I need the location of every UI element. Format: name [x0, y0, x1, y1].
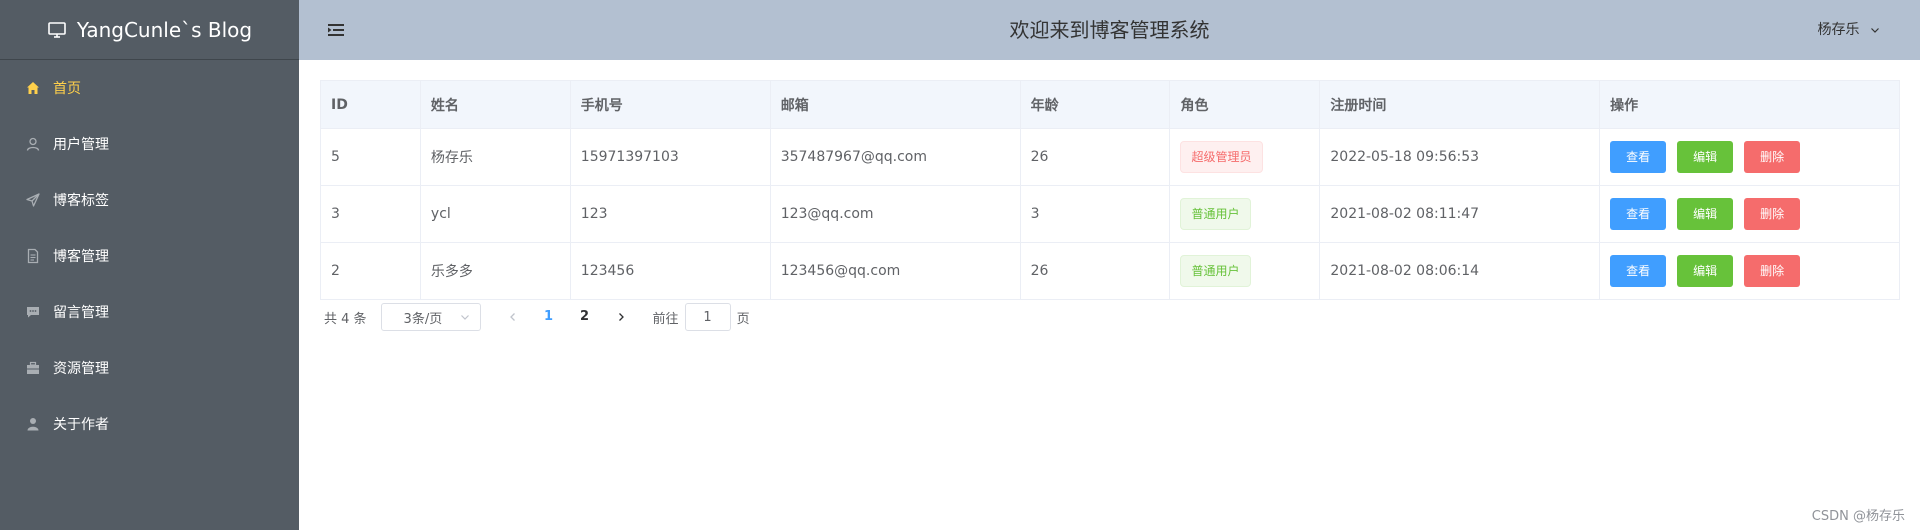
sidebar-item-resources[interactable]: 资源管理 — [0, 340, 299, 396]
view-button[interactable]: 查看 — [1610, 255, 1667, 287]
column-header-name: 姓名 — [419, 80, 571, 129]
menu-toggle-icon[interactable] — [327, 21, 345, 39]
pagination: 共 4 条 3条/页 1 2 前往 页 — [324, 303, 750, 331]
page-number-2[interactable]: 2 — [567, 303, 603, 331]
sidebar-item-blog-management[interactable]: 博客管理 — [0, 228, 299, 284]
role-tag: 普通用户 — [1180, 198, 1251, 230]
view-button[interactable]: 查看 — [1610, 198, 1667, 230]
column-header-actions: 操作 — [1599, 80, 1900, 129]
sidebar-item-label: 首页 — [53, 81, 81, 97]
person-icon — [27, 418, 39, 431]
cell-actions: 查看 编辑 删除 — [1599, 128, 1900, 186]
table-row: 3 ycl 123 123@qq.com 3 普通用户 2021-08-02 0… — [320, 185, 1900, 243]
delete-button[interactable]: 删除 — [1744, 198, 1801, 230]
sidebar-menu: 首页 用户管理 博客标签 博客管理 留言管理 资源管理 关于作者 — [0, 60, 299, 452]
prev-page-button[interactable] — [495, 303, 531, 331]
cell-actions: 查看 编辑 删除 — [1599, 185, 1900, 243]
cell-name: ycl — [419, 185, 571, 243]
edit-button[interactable]: 编辑 — [1677, 255, 1734, 287]
table-row: 2 乐多多 123456 123456@qq.com 26 普通用户 2021-… — [320, 242, 1900, 300]
role-tag: 超级管理员 — [1180, 141, 1263, 173]
sidebar-item-label: 资源管理 — [53, 361, 109, 377]
cell-id: 2 — [320, 242, 421, 300]
sidebar-item-label: 博客标签 — [53, 193, 109, 209]
username: 杨存乐 — [1817, 22, 1860, 38]
cell-role: 超级管理员 — [1169, 128, 1321, 186]
cell-role: 普通用户 — [1169, 242, 1321, 300]
message-icon — [27, 307, 39, 318]
cell-age: 3 — [1019, 185, 1171, 243]
sidebar-item-label: 留言管理 — [53, 305, 109, 321]
column-header-email: 邮箱 — [769, 80, 1021, 129]
sidebar-item-label: 关于作者 — [53, 417, 109, 433]
sidebar: YangCunle`s Blog 首页 用户管理 博客标签 博客管理 留言管理 … — [0, 0, 299, 530]
cell-actions: 查看 编辑 删除 — [1599, 242, 1900, 300]
cell-email: 123456@qq.com — [769, 242, 1021, 300]
jump-page-input[interactable] — [684, 303, 731, 331]
user-icon — [26, 137, 40, 151]
cell-name: 乐多多 — [419, 242, 571, 300]
cell-id: 5 — [320, 128, 421, 186]
column-header-id: ID — [320, 80, 421, 129]
app-logo-text: YangCunle`s Blog — [76, 17, 253, 42]
page-title: 欢迎来到博客管理系统 — [1009, 18, 1210, 42]
sidebar-item-label: 博客管理 — [53, 249, 109, 265]
cell-name: 杨存乐 — [419, 128, 571, 186]
chevron-left-icon — [509, 313, 515, 321]
cell-registered: 2021-08-02 08:11:47 — [1319, 185, 1601, 243]
app-logo[interactable]: YangCunle`s Blog — [0, 0, 299, 60]
chevron-down-icon — [1871, 28, 1879, 33]
table-header-row: ID 姓名 手机号 邮箱 年龄 角色 注册时间 操作 — [320, 80, 1900, 129]
sidebar-item-messages[interactable]: 留言管理 — [0, 284, 299, 340]
pagination-total: 共 4 条 — [324, 311, 367, 327]
page-size-select[interactable]: 3条/页 — [380, 303, 481, 331]
page-size-value: 3条/页 — [403, 311, 443, 327]
column-header-registered: 注册时间 — [1319, 80, 1601, 129]
table-row: 5 杨存乐 15971397103 357487967@qq.com 26 超级… — [320, 128, 1900, 186]
edit-button[interactable]: 编辑 — [1677, 141, 1734, 173]
user-dropdown[interactable]: 杨存乐 — [1818, 0, 1880, 60]
delete-button[interactable]: 删除 — [1744, 255, 1801, 287]
view-button[interactable]: 查看 — [1610, 141, 1667, 173]
cell-phone: 123 — [569, 185, 771, 243]
send-icon — [26, 193, 40, 207]
page-number-1[interactable]: 1 — [531, 303, 567, 331]
chevron-down-icon — [460, 315, 469, 320]
role-tag: 普通用户 — [1180, 255, 1251, 287]
chevron-right-icon — [618, 313, 624, 321]
cell-age: 26 — [1019, 242, 1171, 300]
sidebar-item-users[interactable]: 用户管理 — [0, 116, 299, 172]
edit-button[interactable]: 编辑 — [1677, 198, 1734, 230]
next-page-button[interactable] — [603, 303, 639, 331]
cell-phone: 15971397103 — [569, 128, 771, 186]
sidebar-item-home[interactable]: 首页 — [0, 60, 299, 116]
jump-label: 前往 — [652, 311, 679, 327]
column-header-role: 角色 — [1169, 80, 1321, 129]
box-icon — [27, 361, 39, 374]
watermark: CSDN @杨存乐 — [1811, 509, 1905, 524]
cell-id: 3 — [320, 185, 421, 243]
cell-email: 357487967@qq.com — [769, 128, 1021, 186]
column-header-phone: 手机号 — [569, 80, 771, 129]
top-header: 欢迎来到博客管理系统 杨存乐 — [299, 0, 1920, 60]
column-header-age: 年龄 — [1019, 80, 1171, 129]
document-icon — [27, 248, 39, 264]
cell-email: 123@qq.com — [769, 185, 1021, 243]
delete-button[interactable]: 删除 — [1744, 141, 1801, 173]
main-content: ID 姓名 手机号 邮箱 年龄 角色 注册时间 操作 5 杨存乐 1597139… — [299, 60, 1920, 530]
cell-registered: 2021-08-02 08:06:14 — [1319, 242, 1601, 300]
sidebar-item-about[interactable]: 关于作者 — [0, 396, 299, 452]
jump-suffix: 页 — [736, 311, 750, 327]
cell-age: 26 — [1019, 128, 1171, 186]
users-table: ID 姓名 手机号 邮箱 年龄 角色 注册时间 操作 5 杨存乐 1597139… — [320, 80, 1900, 300]
sidebar-item-label: 用户管理 — [53, 137, 109, 153]
cell-registered: 2022-05-18 09:56:53 — [1319, 128, 1601, 186]
cell-role: 普通用户 — [1169, 185, 1321, 243]
cell-phone: 123456 — [569, 242, 771, 300]
monitor-icon — [48, 21, 66, 38]
home-icon — [27, 82, 39, 94]
sidebar-item-blog-tags[interactable]: 博客标签 — [0, 172, 299, 228]
